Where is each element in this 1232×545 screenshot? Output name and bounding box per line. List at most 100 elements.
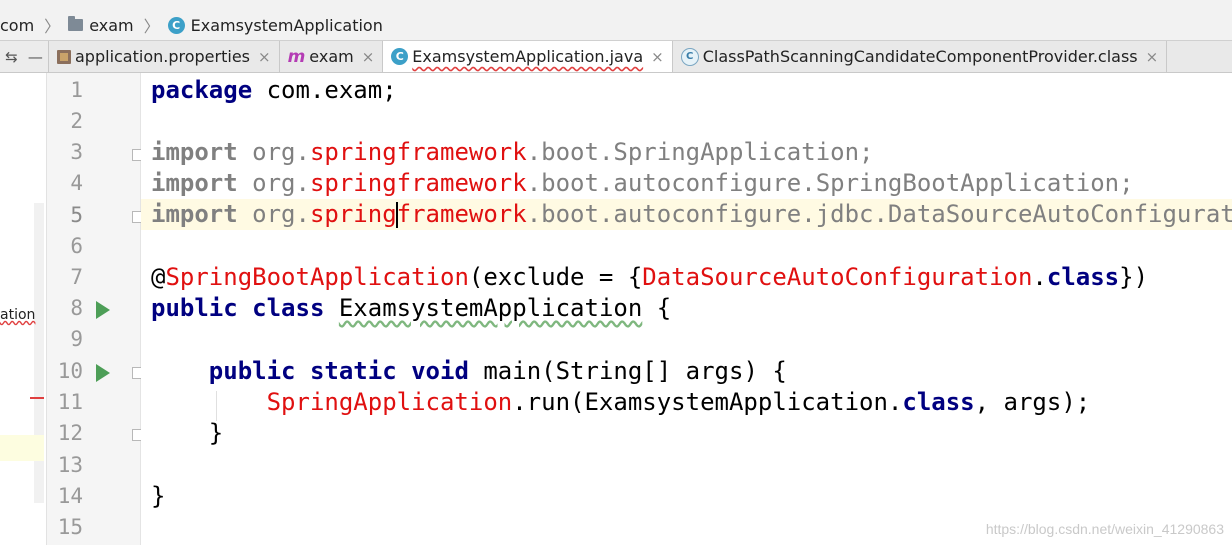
minimize-icon[interactable]: — xyxy=(28,48,43,66)
line-number: 13 xyxy=(57,453,83,477)
unresolved-package: springframework xyxy=(309,169,527,197)
code-text: org. xyxy=(237,200,310,228)
close-icon[interactable]: × xyxy=(651,48,664,66)
run-icon[interactable] xyxy=(96,364,110,382)
breadcrumb-item-class[interactable]: C ExamsystemApplication xyxy=(167,15,383,35)
code-line-12: } xyxy=(151,419,223,447)
code-text: }) xyxy=(1119,263,1149,291)
keyword: package xyxy=(151,76,253,104)
error-marker xyxy=(30,397,44,399)
code-text: main(String[] args) { xyxy=(468,357,787,385)
code-editor[interactable]: package com.exam; import org.springframe… xyxy=(141,73,1232,545)
breadcrumb-label: ExamsystemApplication xyxy=(190,15,383,35)
tab-exam[interactable]: m exam × xyxy=(280,41,384,72)
class-name: ExamsystemApplication xyxy=(338,294,643,322)
code-text: , args); xyxy=(974,388,1091,416)
keyword: class xyxy=(902,388,975,416)
close-icon[interactable]: × xyxy=(258,48,271,66)
line-number: 1 xyxy=(70,78,83,102)
code-text: .boot.autoconfigure.SpringBootApplicatio… xyxy=(526,169,1134,197)
code-text: . xyxy=(1032,263,1047,291)
keyword: static xyxy=(309,357,397,385)
line-gutter: 1 2 3 4 5 6 7 8 9 10 11 12 13 14 15 xyxy=(47,73,144,545)
breadcrumb-label: com xyxy=(0,15,35,35)
folder-icon xyxy=(68,16,84,31)
class-icon: C xyxy=(680,47,699,66)
code-text: (exclude = { xyxy=(468,263,643,291)
unresolved-package: spring xyxy=(309,200,397,228)
keyword: public xyxy=(151,294,238,322)
collapse-arrows-icon[interactable]: ⇆ xyxy=(5,48,18,66)
code-text: org. xyxy=(237,138,310,166)
code-line-10: public static void main(String[] args) { xyxy=(151,357,787,385)
tab-classpath-scanning[interactable]: C ClassPathScanningCandidateComponentPro… xyxy=(673,41,1168,72)
line-number: 4 xyxy=(70,171,83,195)
code-text: } xyxy=(151,482,166,510)
unresolved-package: springframework xyxy=(309,138,527,166)
code-text: @ xyxy=(151,263,166,291)
code-text: { xyxy=(642,294,672,322)
tab-examsystem-application[interactable]: C ExamsystemApplication.java × xyxy=(383,41,673,72)
tab-label: ExamsystemApplication.java xyxy=(412,47,644,66)
keyword: import xyxy=(151,200,238,228)
code-text: com.exam; xyxy=(252,76,397,104)
breadcrumb-label: exam xyxy=(89,15,134,35)
code-text: org. xyxy=(237,169,310,197)
panel-controls: ⇆ — xyxy=(0,41,49,72)
selected-row xyxy=(0,435,44,461)
breadcrumb-item-exam[interactable]: exam xyxy=(68,15,134,35)
keyword: void xyxy=(411,357,469,385)
code-line-7: @SpringBootApplication(exclude = {DataSo… xyxy=(151,263,1148,291)
close-icon[interactable]: × xyxy=(1146,48,1159,66)
tab-label: exam xyxy=(309,47,354,66)
editor-tab-bar: ⇆ — application.properties × m exam × C … xyxy=(0,41,1232,73)
class-icon: C xyxy=(391,48,409,65)
tab-label: application.properties xyxy=(75,47,250,66)
code-text: .boot.autoconfigure.jdbc.DataSourceAutoC… xyxy=(526,200,1232,228)
code-line-4: import org.springframework.boot.autoconf… xyxy=(151,169,1134,197)
run-icon[interactable] xyxy=(96,301,110,319)
code-text: .run(ExamsystemApplication. xyxy=(512,388,903,416)
line-number: 8 xyxy=(70,296,83,320)
code-line-1: package com.exam; xyxy=(151,76,397,104)
code-line-11: SpringApplication.run(ExamsystemApplicat… xyxy=(151,388,1091,416)
code-text: .boot.SpringApplication; xyxy=(526,138,874,166)
breadcrumb: com 〉 exam 〉 C ExamsystemApplication xyxy=(0,10,1232,41)
project-tool-window: ation xyxy=(0,73,47,545)
keyword: class xyxy=(252,294,325,322)
line-number: 11 xyxy=(57,390,83,414)
line-number: 2 xyxy=(70,109,83,133)
project-tree-item[interactable]: ation xyxy=(0,307,35,323)
line-number: 5 xyxy=(70,203,83,227)
line-number: 12 xyxy=(57,421,83,445)
code-line-8: public class ExamsystemApplication { xyxy=(151,294,671,322)
chevron-right-icon: 〉 xyxy=(44,17,61,36)
close-icon[interactable]: × xyxy=(362,48,375,66)
line-number: 14 xyxy=(57,484,83,508)
code-line-3: import org.springframework.boot.SpringAp… xyxy=(151,138,873,166)
code-line-5: import org.springframework.boot.autoconf… xyxy=(151,200,1232,228)
maven-icon: m xyxy=(287,46,306,67)
keyword: class xyxy=(1046,263,1120,291)
properties-file-icon xyxy=(57,49,71,64)
line-number: 15 xyxy=(57,515,83,539)
line-number: 10 xyxy=(57,359,83,383)
unresolved-package: framework xyxy=(396,200,527,228)
line-number: 3 xyxy=(70,140,83,164)
breadcrumb-item-com[interactable]: com xyxy=(0,16,34,35)
unresolved-class: SpringApplication xyxy=(266,388,513,416)
unresolved-class: DataSourceAutoConfiguration xyxy=(642,263,1033,291)
keyword: public xyxy=(208,357,296,385)
code-text: } xyxy=(208,419,224,447)
line-number: 9 xyxy=(70,327,83,351)
annotation: SpringBootApplication xyxy=(165,263,469,291)
watermark: https://blog.csdn.net/weixin_41290863 xyxy=(985,521,1224,537)
keyword: import xyxy=(151,138,238,166)
line-number: 6 xyxy=(70,234,83,258)
code-line-14: } xyxy=(151,482,165,510)
tab-application-properties[interactable]: application.properties × xyxy=(49,41,280,72)
chevron-right-icon: 〉 xyxy=(143,17,160,36)
tab-label: ClassPathScanningCandidateComponentProvi… xyxy=(702,47,1138,66)
class-icon: C xyxy=(167,16,185,34)
line-number: 7 xyxy=(70,265,83,289)
